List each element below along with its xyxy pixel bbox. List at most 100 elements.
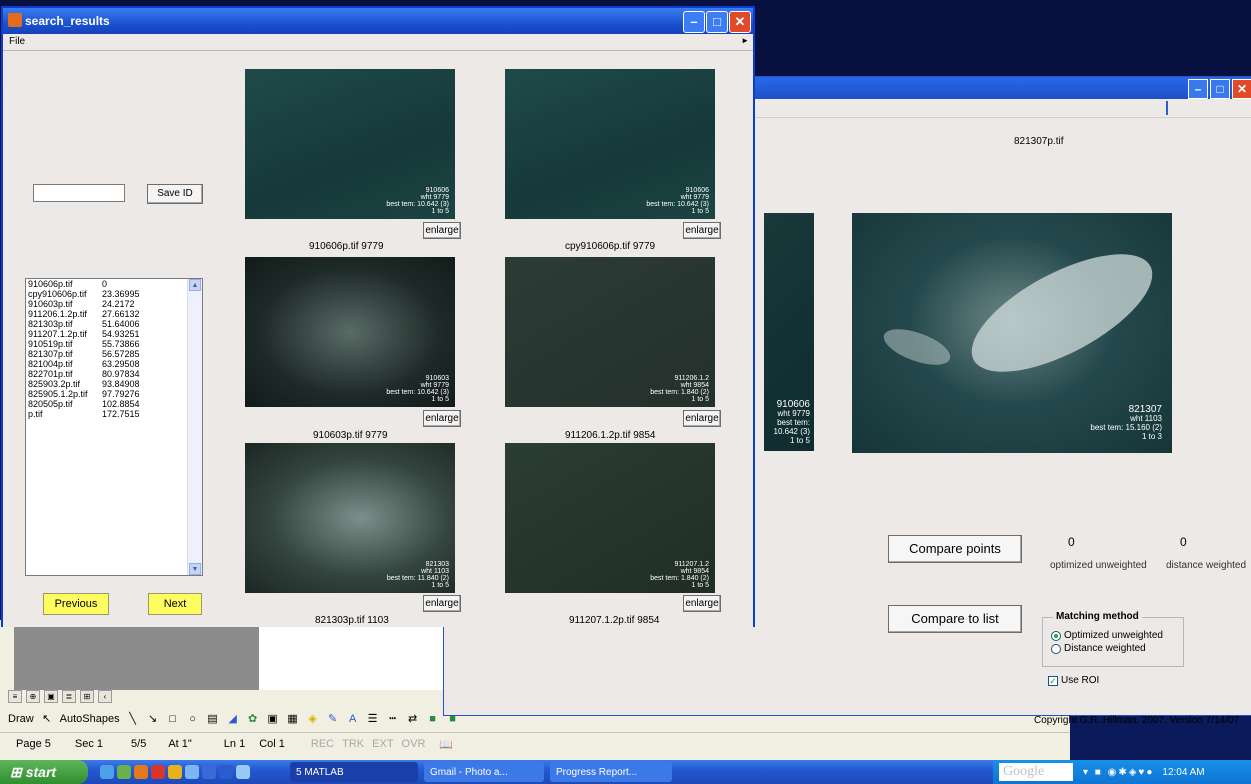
enlarge-button-6[interactable]: enlarge xyxy=(683,595,721,612)
next-button[interactable]: Next xyxy=(148,593,202,615)
scroll-up-icon[interactable]: ▲ xyxy=(189,279,201,291)
left-overlay-id: 910606 xyxy=(776,399,810,410)
list-item[interactable]: 821303p.tif 51.64006 xyxy=(26,319,202,329)
line-color-icon[interactable]: ✎ xyxy=(326,712,340,726)
right-overlay-range: 1 to 3 xyxy=(1141,432,1162,441)
outline-view-icon[interactable]: ≣ xyxy=(62,689,76,703)
clipart-icon[interactable]: ▣ xyxy=(266,712,280,726)
list-item[interactable]: cpy910606p.tif 23.36995 xyxy=(26,289,202,299)
normal-view-icon[interactable]: ≡ xyxy=(8,689,22,703)
app-icon[interactable] xyxy=(236,765,250,779)
line-icon[interactable]: ╲ xyxy=(126,712,140,726)
list-item[interactable]: 825905.1.2p.tif 97.79276 xyxy=(26,389,202,399)
menu-overflow-icon[interactable]: ► xyxy=(741,36,749,45)
firefox-icon[interactable] xyxy=(134,765,148,779)
print-view-icon[interactable]: ▣ xyxy=(44,689,58,703)
save-id-button[interactable]: Save ID xyxy=(147,184,203,204)
list-item[interactable]: 910603p.tif 24.2172 xyxy=(26,299,202,309)
compare-to-list-button[interactable]: Compare to list xyxy=(888,605,1022,633)
wordart-icon[interactable]: ◢ xyxy=(226,712,240,726)
previous-button[interactable]: Previous xyxy=(43,593,109,615)
media-icon[interactable] xyxy=(202,765,216,779)
list-item[interactable]: 821307p.tif 56.57285 xyxy=(26,349,202,359)
list-item[interactable]: 821004p.tif 63.29508 xyxy=(26,359,202,369)
close-icon[interactable]: ✕ xyxy=(729,11,751,33)
desktop-icon[interactable] xyxy=(117,765,131,779)
enlarge-button-3[interactable]: enlarge xyxy=(423,410,461,427)
clock[interactable]: 12:04 AM xyxy=(1162,767,1204,778)
scroll-left-icon[interactable]: ‹ xyxy=(98,689,112,703)
ie-icon[interactable] xyxy=(100,765,114,779)
web-view-icon[interactable]: ⊕ xyxy=(26,689,40,703)
google-search-box[interactable]: Google xyxy=(999,763,1073,781)
line-style-icon[interactable]: ☰ xyxy=(366,712,380,726)
oval-icon[interactable]: ○ xyxy=(186,712,200,726)
shadow-icon[interactable]: ■ xyxy=(426,712,440,726)
list-item[interactable]: 911207.1.2p.tif 54.93251 xyxy=(26,329,202,339)
status-ovr[interactable]: OVR xyxy=(402,738,426,750)
minimize-icon[interactable]: – xyxy=(683,11,705,33)
select-arrow-icon[interactable]: ↖ xyxy=(40,712,54,726)
maximize-icon[interactable]: □ xyxy=(706,11,728,33)
use-roi-checkbox[interactable]: ✓ xyxy=(1048,675,1058,686)
window-title: search_results xyxy=(25,14,110,28)
id-input[interactable] xyxy=(33,184,125,202)
status-trk[interactable]: TRK xyxy=(342,738,364,750)
enlarge-button-4[interactable]: enlarge xyxy=(683,410,721,427)
thumbnail-caption-2: cpy910606p.tif 9779 xyxy=(565,241,656,252)
maximize-icon[interactable]: □ xyxy=(1210,79,1230,99)
task-matlab[interactable]: 5 MATLAB xyxy=(290,762,418,782)
list-item-score: 93.84908 xyxy=(102,379,140,389)
picture-icon[interactable]: ▦ xyxy=(286,712,300,726)
draw-menu[interactable]: Draw xyxy=(8,713,34,725)
list-item[interactable]: 825903.2p.tif 93.84908 xyxy=(26,379,202,389)
textbox-icon[interactable]: ▤ xyxy=(206,712,220,726)
list-item[interactable]: 820505p.tif 102.8854 xyxy=(26,399,202,409)
spelling-status-icon[interactable]: 📖 xyxy=(439,738,453,751)
enlarge-button-5[interactable]: enlarge xyxy=(423,595,461,612)
star-icon[interactable] xyxy=(168,765,182,779)
list-item[interactable]: 911206.1.2p.tif 27.66132 xyxy=(26,309,202,319)
listbox-scrollbar[interactable]: ▲ ▼ xyxy=(187,279,202,575)
close-icon[interactable]: ✕ xyxy=(1232,79,1251,99)
optimized-radio[interactable] xyxy=(1051,630,1061,641)
start-button[interactable]: ⊞ start xyxy=(0,760,88,784)
file-menu[interactable]: File xyxy=(9,36,25,47)
list-item[interactable]: 822701p.tif 80.97834 xyxy=(26,369,202,379)
status-rec[interactable]: REC xyxy=(311,738,334,750)
use-roi-row[interactable]: ✓ Use ROI xyxy=(1048,675,1099,686)
list-item[interactable]: p.tif 172.7515 xyxy=(26,409,202,419)
dash-style-icon[interactable]: ┅ xyxy=(386,712,400,726)
compare-points-button[interactable]: Compare points xyxy=(888,535,1022,563)
arrow-icon[interactable]: ↘ xyxy=(146,712,160,726)
enlarge-button-2[interactable]: enlarge xyxy=(683,222,721,239)
diagram-icon[interactable]: ✿ xyxy=(246,712,260,726)
search-results-title-bar[interactable]: search_results – □ ✕ xyxy=(3,8,753,34)
status-ext[interactable]: EXT xyxy=(372,738,393,750)
network-icon[interactable] xyxy=(185,765,199,779)
tray-icons[interactable]: ▾ ■ ◉✱◈♥● xyxy=(1083,767,1154,778)
word-icon[interactable] xyxy=(219,765,233,779)
font-color-icon[interactable]: A xyxy=(346,712,360,726)
task-gmail[interactable]: Gmail - Photo a... xyxy=(424,762,544,782)
list-item[interactable]: 910519p.tif 55.73866 xyxy=(26,339,202,349)
results-listbox[interactable]: 910606p.tif 0 cpy910606p.tif 23.36995 910603… xyxy=(25,278,203,576)
fill-color-icon[interactable]: ◈ xyxy=(306,712,320,726)
rectangle-icon[interactable]: □ xyxy=(166,712,180,726)
word-page[interactable] xyxy=(259,620,444,690)
scroll-down-icon[interactable]: ▼ xyxy=(189,563,201,575)
list-item-score: 80.97834 xyxy=(102,369,140,379)
reading-view-icon[interactable]: ⊞ xyxy=(80,689,94,703)
task-gmail-label: Gmail - Photo a... xyxy=(430,766,508,778)
option-distance-row[interactable]: Distance weighted xyxy=(1051,643,1146,654)
minimize-icon[interactable]: – xyxy=(1188,79,1208,99)
list-item[interactable]: 910606p.tif 0 xyxy=(26,279,202,289)
autoshapes-menu[interactable]: AutoShapes xyxy=(60,713,120,725)
arrow-style-icon[interactable]: ⇄ xyxy=(406,712,420,726)
task-progress-report[interactable]: Progress Report... xyxy=(550,762,672,782)
acrobat-icon[interactable] xyxy=(151,765,165,779)
enlarge-button-1[interactable]: enlarge xyxy=(423,222,461,239)
distance-value: 0 xyxy=(1180,535,1187,549)
distance-radio[interactable] xyxy=(1051,643,1061,654)
option-optimized-row[interactable]: Optimized unweighted xyxy=(1051,630,1163,641)
